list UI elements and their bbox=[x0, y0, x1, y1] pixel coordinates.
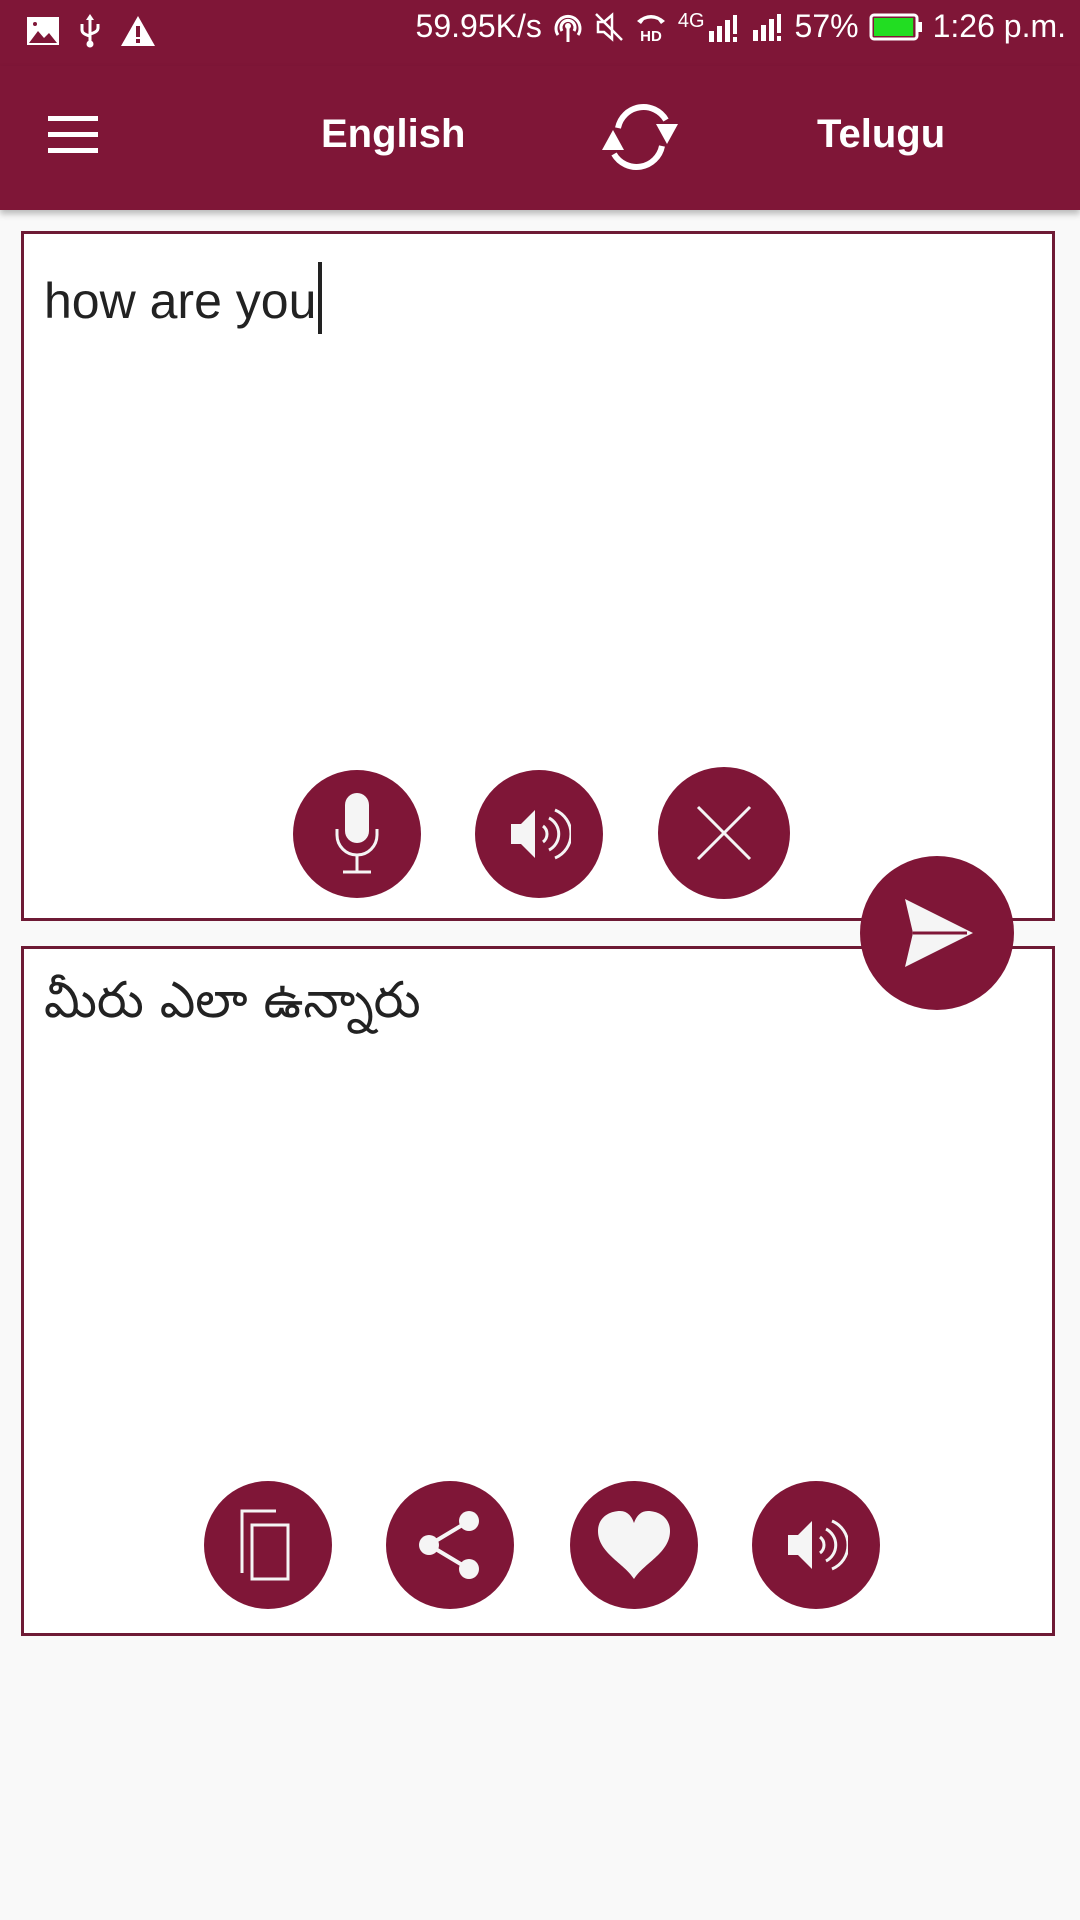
translated-text: మీరు ఎలా ఉన్నారు bbox=[44, 971, 421, 1029]
hd-call-icon: HD bbox=[636, 14, 665, 43]
svg-text:HD: HD bbox=[640, 28, 662, 43]
mute-icon bbox=[594, 11, 623, 42]
voice-input-button[interactable] bbox=[293, 770, 421, 898]
favorite-button[interactable] bbox=[570, 1481, 698, 1609]
send-icon bbox=[905, 899, 973, 967]
share-button[interactable] bbox=[386, 1481, 514, 1609]
heart-icon bbox=[598, 1511, 670, 1579]
text-caret bbox=[318, 262, 323, 334]
speak-input-button[interactable] bbox=[475, 770, 603, 898]
warning-icon bbox=[121, 16, 155, 46]
usb-icon bbox=[80, 14, 100, 48]
translate-button[interactable] bbox=[860, 856, 1014, 1010]
microphone-icon bbox=[335, 793, 379, 874]
swap-languages-icon[interactable] bbox=[590, 94, 690, 180]
network-type: 4G bbox=[678, 10, 741, 43]
image-icon bbox=[27, 17, 59, 45]
speaker-icon bbox=[788, 1519, 848, 1571]
close-icon bbox=[696, 805, 752, 861]
output-panel: మీరు ఎలా ఉన్నారు bbox=[21, 946, 1055, 1636]
status-bar: 59.95K/s HD 4G 57% 1:26 p.m. bbox=[0, 0, 1080, 66]
network-speed: 59.95K/s bbox=[415, 8, 542, 44]
battery-percent: 57% bbox=[794, 8, 859, 44]
clock: 1:26 p.m. bbox=[932, 8, 1066, 44]
battery-icon bbox=[869, 13, 922, 40]
4g-signal-icon bbox=[708, 15, 737, 42]
signal-sim2-icon bbox=[752, 13, 781, 41]
hotspot-icon bbox=[554, 14, 582, 42]
copy-icon bbox=[240, 1509, 290, 1581]
source-text-input[interactable]: how are you bbox=[44, 262, 323, 334]
speak-output-button[interactable] bbox=[752, 1481, 880, 1609]
clear-input-button[interactable] bbox=[658, 767, 790, 899]
toolbar: English Telugu bbox=[0, 66, 1080, 210]
copy-button[interactable] bbox=[204, 1481, 332, 1609]
share-icon bbox=[419, 1511, 479, 1579]
source-language-selector[interactable]: English bbox=[321, 112, 465, 157]
source-text: how are you bbox=[44, 273, 317, 329]
target-language-selector[interactable]: Telugu bbox=[817, 112, 945, 157]
speaker-icon bbox=[511, 808, 571, 860]
hamburger-menu-icon[interactable] bbox=[44, 110, 102, 162]
input-panel: how are you bbox=[21, 231, 1055, 921]
